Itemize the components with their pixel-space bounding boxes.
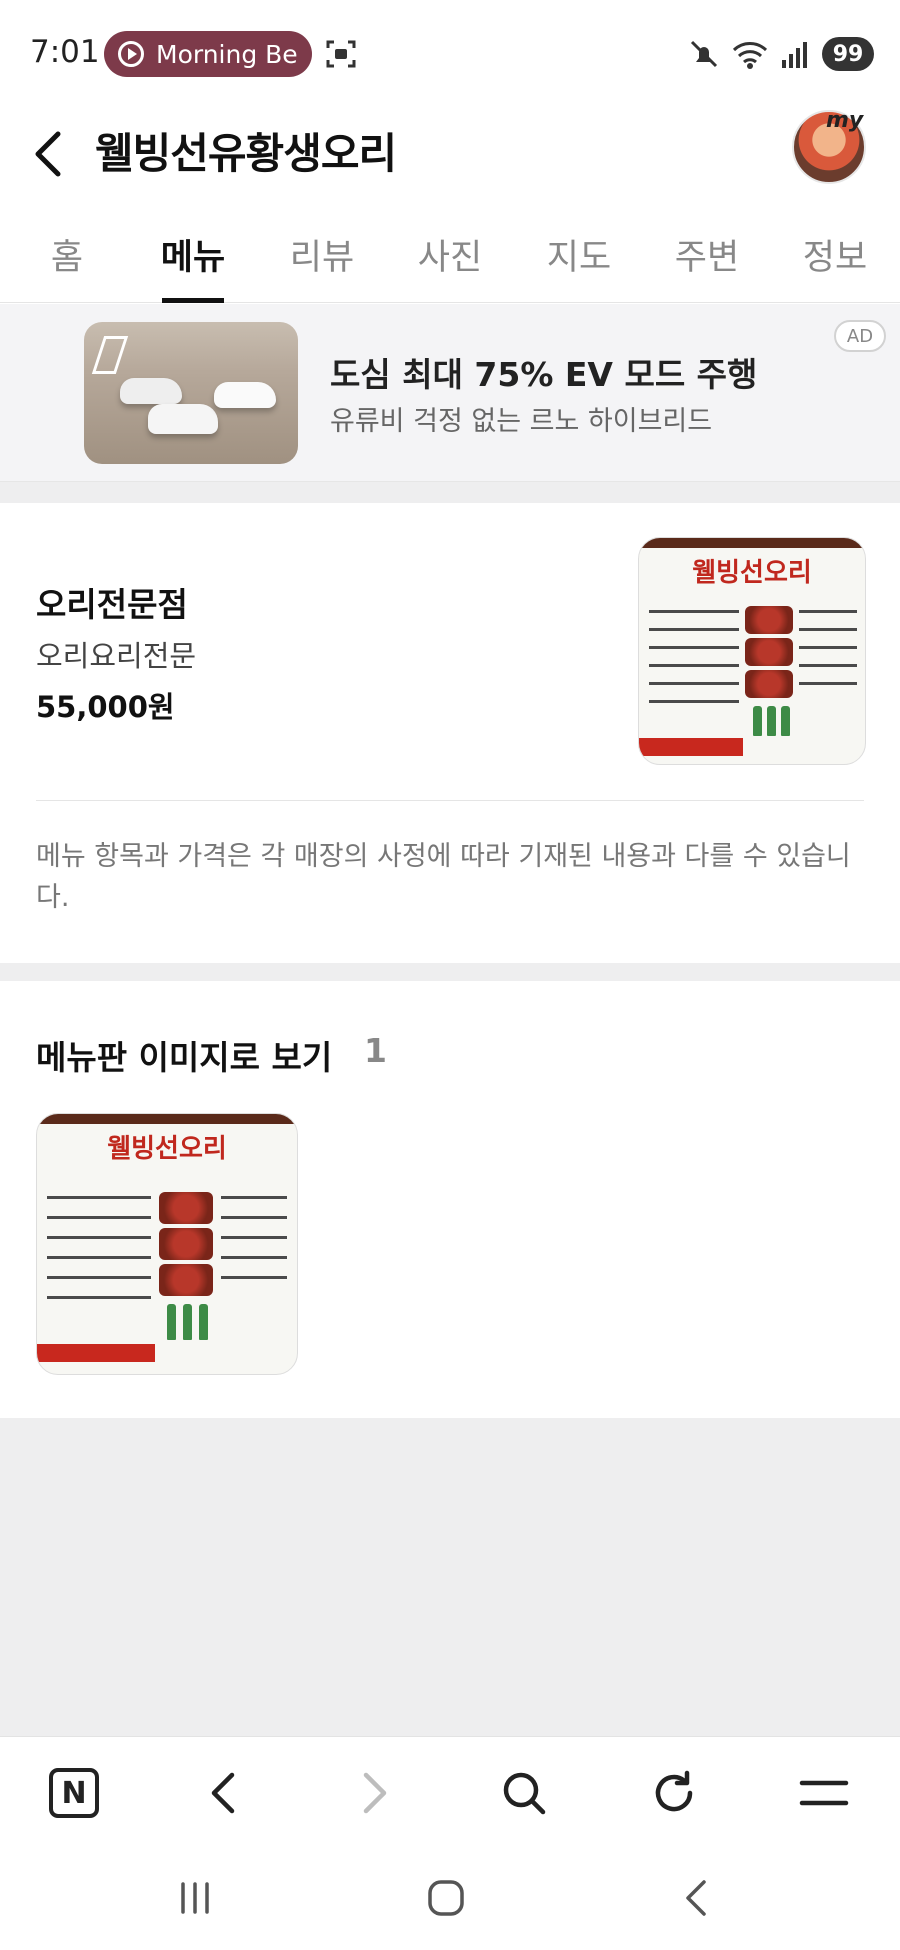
media-title: Morning Be (156, 39, 298, 69)
ad-car-image (84, 322, 298, 464)
board-text-line (649, 610, 739, 613)
tab-info[interactable]: 정보 (803, 229, 867, 280)
tab-map[interactable]: 지도 (547, 229, 611, 280)
play-icon (118, 41, 144, 67)
board-text-line (799, 646, 857, 649)
page-header: 웰빙선유황생오리 my (0, 108, 900, 206)
mute-icon (690, 40, 718, 68)
renault-logo (91, 336, 129, 374)
status-time: 7:01 (30, 34, 100, 70)
board-text-line (47, 1276, 151, 1279)
battery-icon: 99 (822, 37, 874, 71)
board-title-text: 웰빙선오리 (107, 1134, 227, 1164)
back-icon[interactable] (196, 1765, 252, 1821)
menu-icon[interactable] (796, 1765, 852, 1821)
board-text-line (47, 1216, 151, 1219)
ad-subtitle: 유류비 걱정 없는 르노 하이브리드 (330, 406, 713, 437)
status-bar: 7:01 Morning Be 99 (0, 0, 900, 110)
board-food-photo (745, 638, 793, 666)
browser-bottom-bar: N (0, 1736, 900, 1846)
board-bottle (767, 706, 776, 736)
board-text-line (221, 1276, 287, 1279)
forward-icon[interactable] (346, 1765, 402, 1821)
board-bottle (183, 1304, 192, 1340)
menu-board-title: 메뉴판 이미지로 보기 (36, 1038, 333, 1077)
board-bottle (753, 706, 762, 736)
board-food-photo (745, 670, 793, 698)
board-text-line (649, 682, 739, 685)
media-playing-pill[interactable]: Morning Be (104, 31, 312, 77)
tab-menu[interactable]: 메뉴 (161, 229, 225, 280)
tab-bar: 홈 메뉴 리뷰 사진 지도 주변 정보 (0, 215, 900, 303)
refresh-icon[interactable] (646, 1765, 702, 1821)
ad-title: 도심 최대 75% EV 모드 주행 (330, 355, 758, 394)
menu-item-name: 오리전문점 (36, 585, 188, 624)
board-text-line (799, 628, 857, 631)
board-frame (37, 1114, 297, 1124)
board-text-line (221, 1236, 287, 1239)
wifi-icon (732, 42, 768, 69)
signal-icon (782, 42, 807, 68)
board-text-line (221, 1196, 287, 1199)
menu-board-section: 메뉴판 이미지로 보기 1 웰빙선오리 (0, 981, 900, 1418)
divider (36, 800, 864, 801)
section-gap (0, 963, 900, 981)
section-gap (0, 482, 900, 503)
board-text-line (649, 664, 739, 667)
avatar-my-label: my (826, 108, 864, 133)
board-text-line (47, 1296, 151, 1299)
board-text-line (649, 628, 739, 631)
board-red-banner (37, 1344, 155, 1362)
naver-home-letter: N (49, 1768, 99, 1818)
board-red-banner (639, 738, 743, 756)
recent-apps-icon[interactable] (165, 1870, 225, 1926)
menu-item-card[interactable]: 오리전문점 오리요리전문 55,000원 웰빙선오리 메뉴 항목과 가격은 각 … (0, 503, 900, 963)
menu-item-thumbnail[interactable]: 웰빙선오리 (638, 537, 866, 765)
board-bottle (199, 1304, 208, 1340)
board-text-line (47, 1236, 151, 1239)
tab-photo[interactable]: 사진 (418, 229, 482, 280)
board-food-photo (159, 1192, 213, 1224)
board-bottle (167, 1304, 176, 1340)
ad-car-shape (214, 382, 276, 408)
screenshot-icon (326, 40, 356, 68)
active-tab-indicator (162, 298, 224, 303)
tab-home[interactable]: 홈 (51, 229, 83, 280)
ad-banner[interactable]: 도심 최대 75% EV 모드 주행 유류비 걱정 없는 르노 하이브리드 AD (0, 304, 900, 482)
empty-area (0, 1418, 900, 1736)
back-arrow-icon[interactable] (30, 124, 70, 184)
board-food-photo (745, 606, 793, 634)
tab-nearby[interactable]: 주변 (675, 229, 739, 280)
board-bottle (781, 706, 790, 736)
menu-item-price: 55,000원 (36, 690, 175, 724)
place-title: 웰빙선유황생오리 (95, 129, 397, 178)
board-text-line (649, 700, 739, 703)
board-text-line (221, 1256, 287, 1259)
menu-board-count: 1 (364, 1031, 387, 1070)
ad-car-shape (148, 404, 218, 434)
tab-review[interactable]: 리뷰 (290, 229, 354, 280)
search-icon[interactable] (496, 1765, 552, 1821)
system-back-icon[interactable] (668, 1870, 728, 1926)
board-text-line (799, 664, 857, 667)
naver-home-icon[interactable]: N (46, 1765, 102, 1821)
board-text-line (47, 1256, 151, 1259)
menu-notice: 메뉴 항목과 가격은 각 매장의 사정에 따라 기재된 내용과 다를 수 있습니… (36, 841, 851, 913)
system-navigation-bar (0, 1846, 900, 1950)
board-text-line (799, 610, 857, 613)
menu-item-description: 오리요리전문 (36, 639, 197, 673)
home-icon[interactable] (416, 1870, 476, 1926)
board-food-photo (159, 1264, 213, 1296)
board-text-line (47, 1196, 151, 1199)
ad-badge[interactable]: AD (834, 320, 886, 352)
board-title-text: 웰빙선오리 (692, 558, 812, 588)
board-food-photo (159, 1228, 213, 1260)
ad-car-shape (120, 378, 182, 404)
board-frame (639, 538, 865, 548)
board-text-line (221, 1216, 287, 1219)
board-text-line (799, 682, 857, 685)
board-text-line (649, 646, 739, 649)
menu-board-image[interactable]: 웰빙선오리 (36, 1113, 298, 1375)
